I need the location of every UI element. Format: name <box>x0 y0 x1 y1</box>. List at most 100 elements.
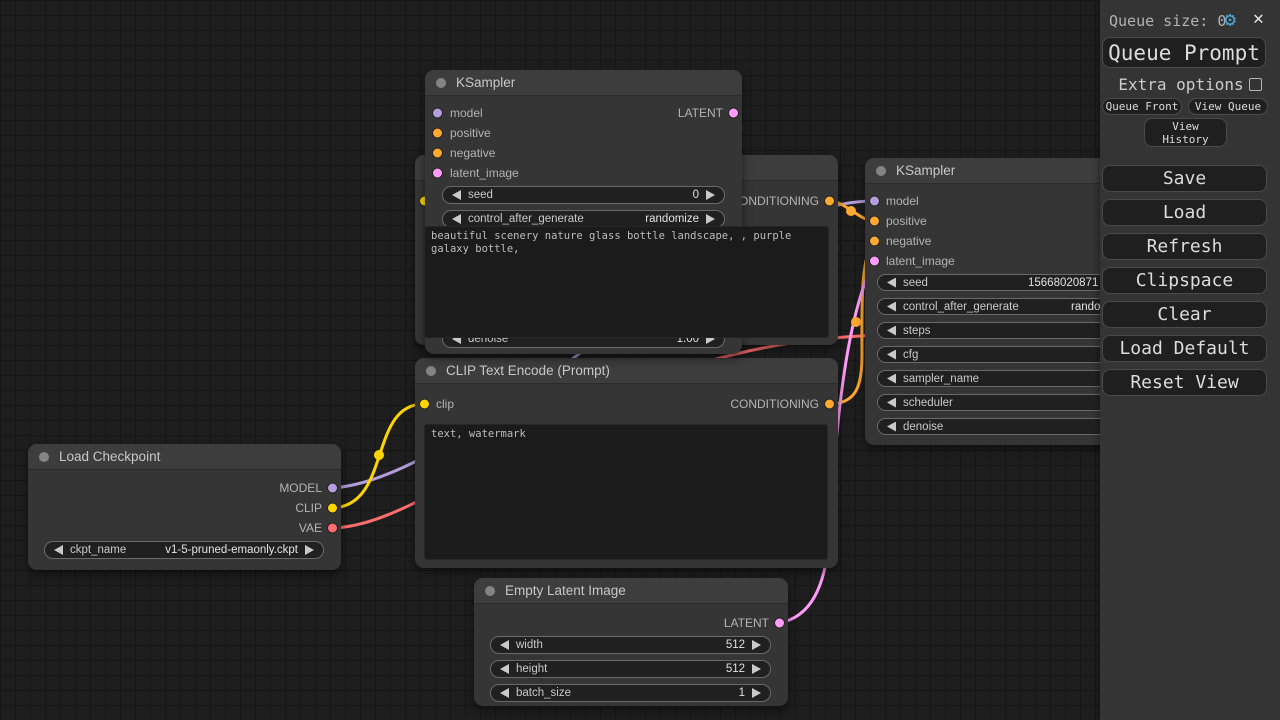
decrement-arrow-icon[interactable] <box>887 302 896 312</box>
widget-label: sampler_name <box>903 373 979 385</box>
prev-arrow-icon[interactable] <box>887 398 896 408</box>
reset-view-button[interactable]: Reset View <box>1102 369 1267 396</box>
view-history-button[interactable]: View History <box>1144 118 1227 147</box>
output-slot-model[interactable]: MODEL <box>279 478 341 498</box>
model-input-dot-icon[interactable] <box>870 197 879 206</box>
decrement-arrow-icon[interactable] <box>452 214 461 224</box>
batch-size-widget[interactable]: batch_size 1 <box>490 684 771 702</box>
negative-input-dot-icon[interactable] <box>433 149 442 158</box>
settings-gear-icon[interactable]: ⚙ <box>1224 7 1236 31</box>
output-slot-latent[interactable]: LATENT <box>724 613 788 633</box>
output-slot-latent[interactable]: LATENT <box>678 103 742 123</box>
latent-input-dot-icon[interactable] <box>870 257 879 266</box>
input-slot-negative[interactable]: negative <box>425 143 495 163</box>
collapse-dot-icon[interactable] <box>485 586 495 596</box>
decrement-arrow-icon[interactable] <box>887 350 896 360</box>
clear-button[interactable]: Clear <box>1102 301 1267 328</box>
input-slot-latent-image[interactable]: latent_image <box>865 251 955 271</box>
positive-input-dot-icon[interactable] <box>870 217 879 226</box>
latent-output-dot-icon[interactable] <box>729 109 738 118</box>
view-history-line2: History <box>1162 133 1208 146</box>
decrement-arrow-icon[interactable] <box>887 422 896 432</box>
positive-link-midpoint-dot[interactable] <box>846 206 856 216</box>
model-output-dot-icon[interactable] <box>328 484 337 493</box>
decrement-arrow-icon[interactable] <box>500 688 509 698</box>
node-load-checkpoint[interactable]: Load Checkpoint MODEL CLIP VAE ckpt_name… <box>28 444 341 570</box>
load-default-button[interactable]: Load Default <box>1102 335 1267 362</box>
slot-label: negative <box>886 234 931 248</box>
input-slot-positive[interactable]: positive <box>425 123 491 143</box>
input-slot-model[interactable]: model <box>865 191 919 211</box>
input-slot-clip[interactable]: clip <box>415 394 454 414</box>
decrement-arrow-icon[interactable] <box>500 664 509 674</box>
slot-label: positive <box>446 126 491 140</box>
next-arrow-icon[interactable] <box>305 545 314 555</box>
queue-front-button[interactable]: Queue Front <box>1102 98 1182 115</box>
negative-prompt-textarea[interactable]: text, watermark <box>424 424 828 560</box>
increment-arrow-icon[interactable] <box>706 214 715 224</box>
latent-input-dot-icon[interactable] <box>433 169 442 178</box>
collapse-dot-icon[interactable] <box>876 166 886 176</box>
increment-arrow-icon[interactable] <box>752 640 761 650</box>
slot-label: VAE <box>299 521 322 535</box>
latent-output-dot-icon[interactable] <box>775 619 784 628</box>
node-title-bar[interactable]: KSampler <box>865 158 1123 184</box>
widget-value: 512 <box>726 663 745 675</box>
ckpt-name-widget[interactable]: ckpt_name v1-5-pruned-emaonly.ckpt <box>44 541 324 559</box>
view-queue-button[interactable]: View Queue <box>1188 98 1268 115</box>
seed-widget[interactable]: seed 0 <box>442 186 725 204</box>
node-title-bar[interactable]: CLIP Text Encode (Prompt) <box>415 358 838 384</box>
conditioning-output-dot-icon[interactable] <box>825 400 834 409</box>
prev-arrow-icon[interactable] <box>54 545 63 555</box>
input-slot-negative[interactable]: negative <box>865 231 931 251</box>
node-empty-latent-image[interactable]: Empty Latent Image LATENT width 512 heig… <box>474 578 788 706</box>
model-input-dot-icon[interactable] <box>433 109 442 118</box>
collapse-dot-icon[interactable] <box>426 366 436 376</box>
conditioning-output-dot-icon[interactable] <box>825 197 834 206</box>
collapse-dot-icon[interactable] <box>436 78 446 88</box>
load-button[interactable]: Load <box>1102 199 1267 226</box>
extra-options-checkbox[interactable] <box>1249 78 1262 91</box>
input-slot-model[interactable]: model <box>425 103 483 123</box>
prev-arrow-icon[interactable] <box>887 374 896 384</box>
refresh-button[interactable]: Refresh <box>1102 233 1267 260</box>
vae-output-dot-icon[interactable] <box>328 524 337 533</box>
output-slot-conditioning[interactable]: CONDITIONING <box>730 394 838 414</box>
widget-value: 0 <box>693 189 699 201</box>
slot-label: LATENT <box>724 616 769 630</box>
clipspace-button[interactable]: Clipspace <box>1102 267 1267 294</box>
increment-arrow-icon[interactable] <box>752 688 761 698</box>
node-title-bar[interactable]: Empty Latent Image <box>474 578 788 604</box>
height-widget[interactable]: height 512 <box>490 660 771 678</box>
input-slot-latent-image[interactable]: latent_image <box>425 163 519 183</box>
save-button[interactable]: Save <box>1102 165 1267 192</box>
decrement-arrow-icon[interactable] <box>452 190 461 200</box>
output-slot-conditioning[interactable]: CONDITIONING <box>730 191 838 211</box>
node-title-bar[interactable]: Load Checkpoint <box>28 444 341 470</box>
queue-prompt-button[interactable]: Queue Prompt <box>1102 37 1266 68</box>
close-icon[interactable]: ✕ <box>1253 8 1264 29</box>
increment-arrow-icon[interactable] <box>752 664 761 674</box>
output-slot-clip[interactable]: CLIP <box>295 498 341 518</box>
widget-label: control_after_generate <box>903 301 1019 313</box>
width-widget[interactable]: width 512 <box>490 636 771 654</box>
increment-arrow-icon[interactable] <box>706 190 715 200</box>
negative-input-dot-icon[interactable] <box>870 237 879 246</box>
clip-link-midpoint-dot[interactable] <box>374 450 384 460</box>
output-slot-vae[interactable]: VAE <box>299 518 341 538</box>
collapse-dot-icon[interactable] <box>39 452 49 462</box>
positive-prompt-textarea[interactable]: beautiful scenery nature glass bottle la… <box>424 226 829 338</box>
node-title: Load Checkpoint <box>59 449 160 464</box>
decrement-arrow-icon[interactable] <box>887 326 896 336</box>
graph-canvas[interactable]: CLIP Text Encode (Prompt) clip CONDITION… <box>0 0 1280 720</box>
node-ksampler-right[interactable]: KSampler model positive negative latent_… <box>865 158 1123 445</box>
widget-label: batch_size <box>516 687 571 699</box>
negative-link-midpoint-dot[interactable] <box>851 317 861 327</box>
decrement-arrow-icon[interactable] <box>887 278 896 288</box>
node-title-bar[interactable]: KSampler <box>425 70 742 96</box>
clip-input-dot-icon[interactable] <box>420 400 429 409</box>
positive-input-dot-icon[interactable] <box>433 129 442 138</box>
clip-output-dot-icon[interactable] <box>328 504 337 513</box>
input-slot-positive[interactable]: positive <box>865 211 927 231</box>
decrement-arrow-icon[interactable] <box>500 640 509 650</box>
